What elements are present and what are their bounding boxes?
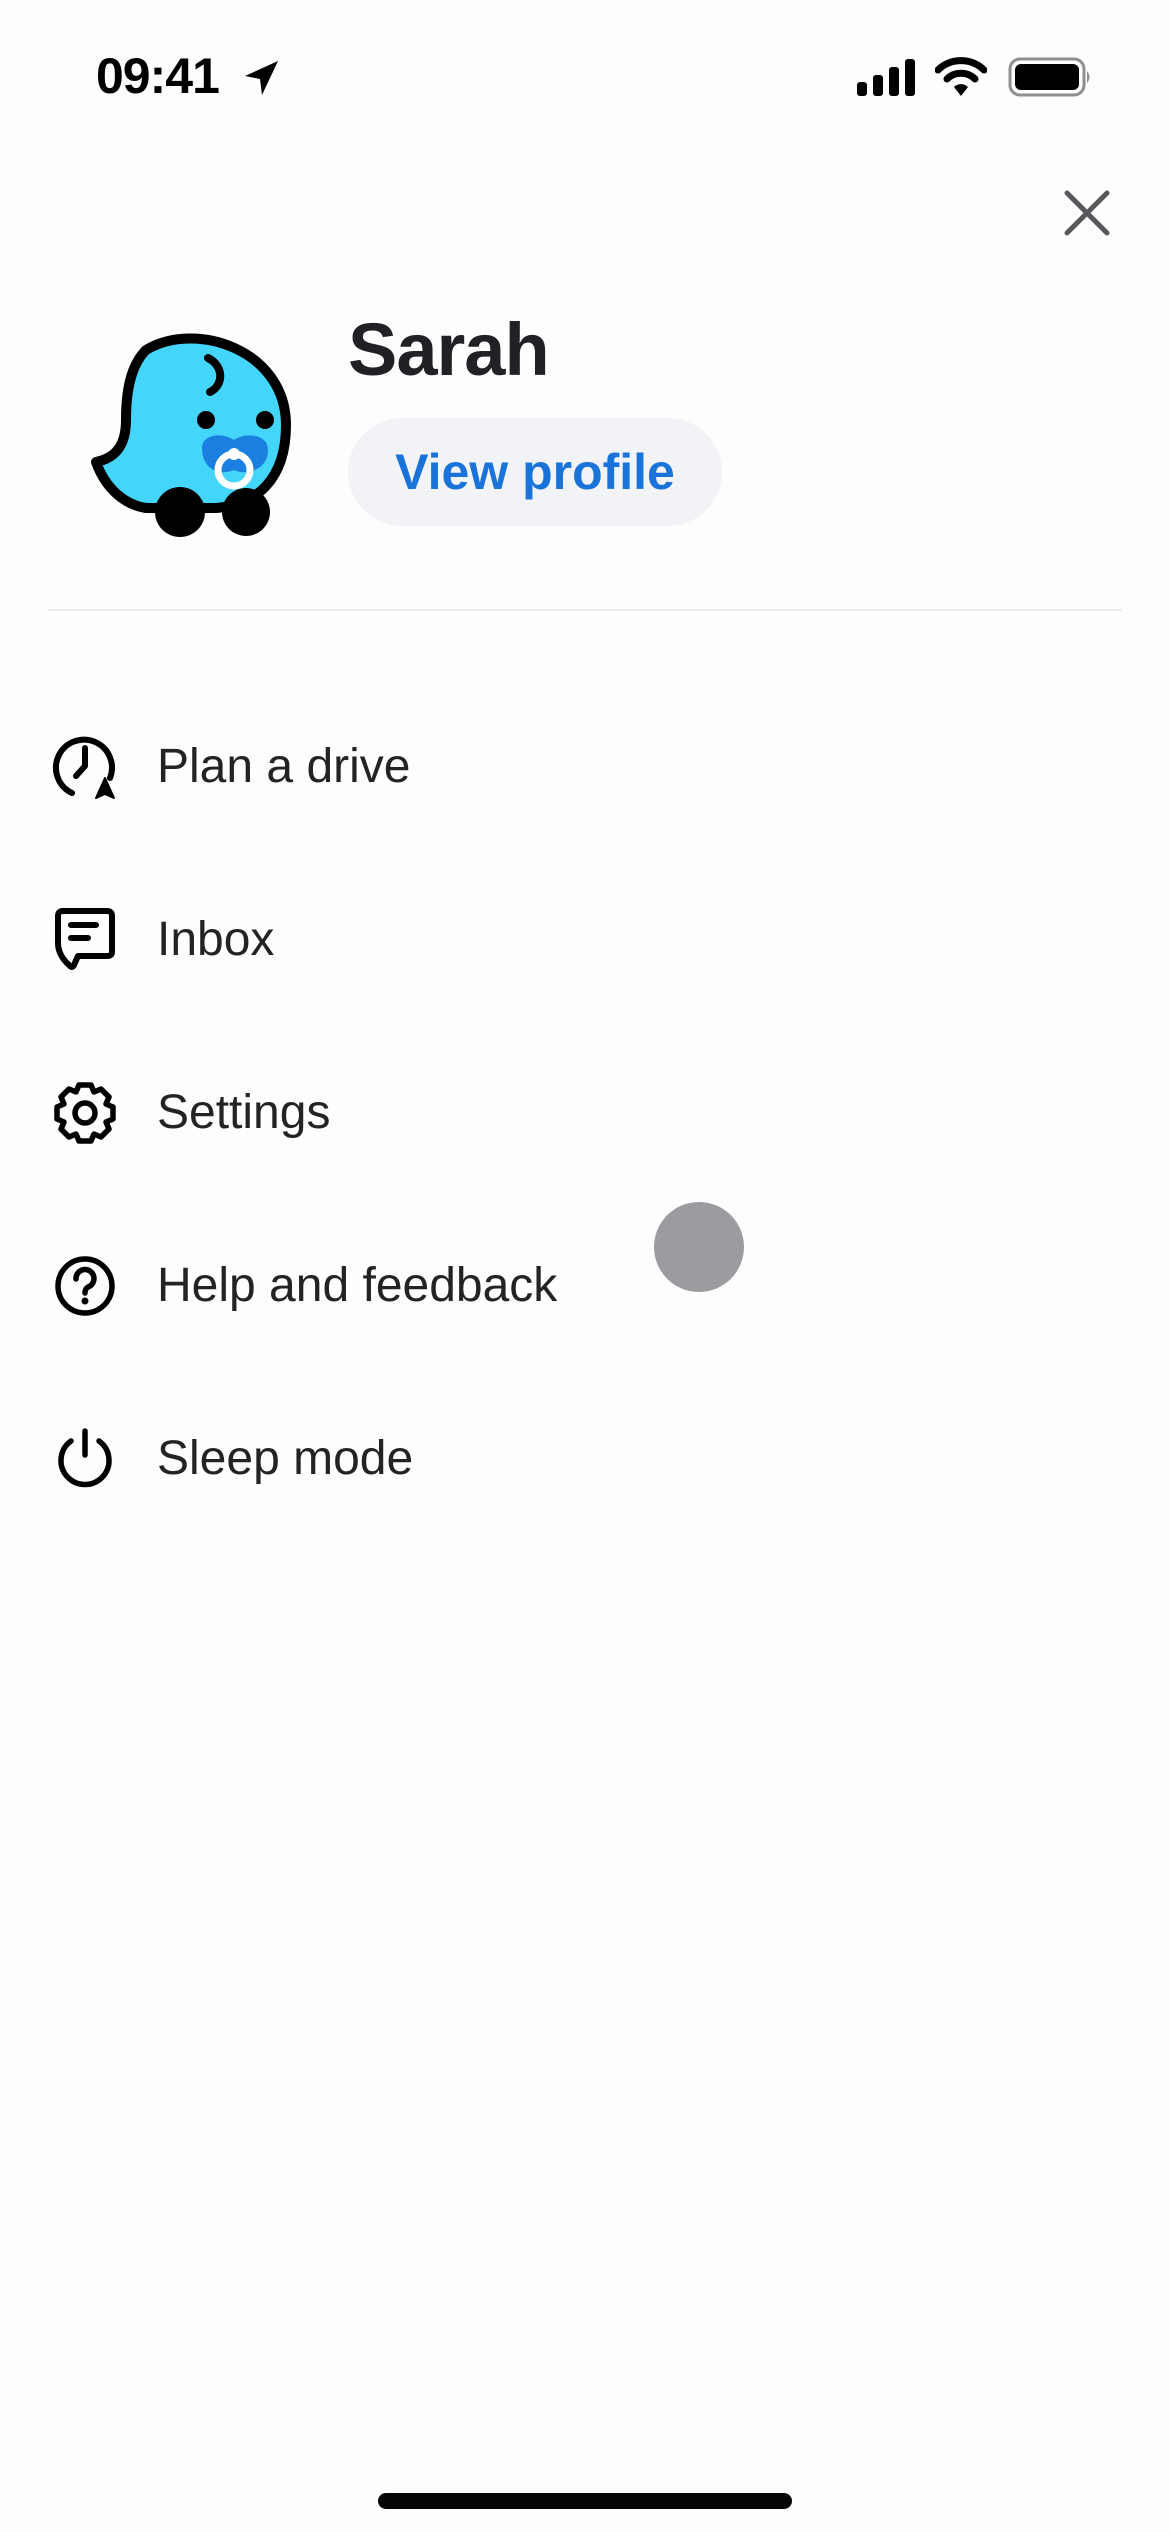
menu-item-label: Sleep mode: [157, 1431, 414, 1485]
menu-item-plan-a-drive[interactable]: Plan a drive: [0, 680, 1170, 853]
waze-baby-avatar-icon[interactable]: [86, 330, 296, 540]
menu-list: Plan a drive Inbox Settings Help and fee…: [0, 680, 1170, 1545]
menu-item-label: Settings: [157, 1085, 331, 1139]
menu-item-label: Inbox: [157, 912, 275, 966]
gear-icon: [50, 1078, 120, 1148]
menu-item-label: Plan a drive: [157, 739, 411, 793]
close-icon: [1064, 190, 1110, 236]
menu-item-sleep-mode[interactable]: Sleep mode: [0, 1372, 1170, 1545]
menu-item-label: Help and feedback: [157, 1258, 558, 1312]
menu-item-settings[interactable]: Settings: [0, 1026, 1170, 1199]
status-bar: 09:41: [0, 0, 1170, 150]
menu-item-inbox[interactable]: Inbox: [0, 853, 1170, 1026]
close-button[interactable]: [1050, 176, 1124, 250]
view-profile-label: View profile: [395, 444, 675, 500]
power-icon: [50, 1424, 120, 1494]
location-arrow-icon: [245, 61, 278, 95]
touch-indicator: [654, 1202, 744, 1292]
home-indicator[interactable]: [378, 2493, 792, 2509]
status-time: 09:41: [96, 48, 220, 104]
cellular-signal-icon: [857, 59, 915, 96]
help-circle-icon: [50, 1251, 120, 1321]
divider: [48, 609, 1122, 611]
wifi-icon: [935, 57, 987, 96]
menu-item-help-and-feedback[interactable]: Help and feedback: [0, 1199, 1170, 1372]
message-bubble-icon: [50, 905, 120, 975]
view-profile-button[interactable]: View profile: [348, 418, 722, 526]
clock-navigation-icon: [50, 732, 120, 802]
user-name: Sarah: [348, 308, 550, 391]
battery-icon: [1008, 57, 1090, 97]
